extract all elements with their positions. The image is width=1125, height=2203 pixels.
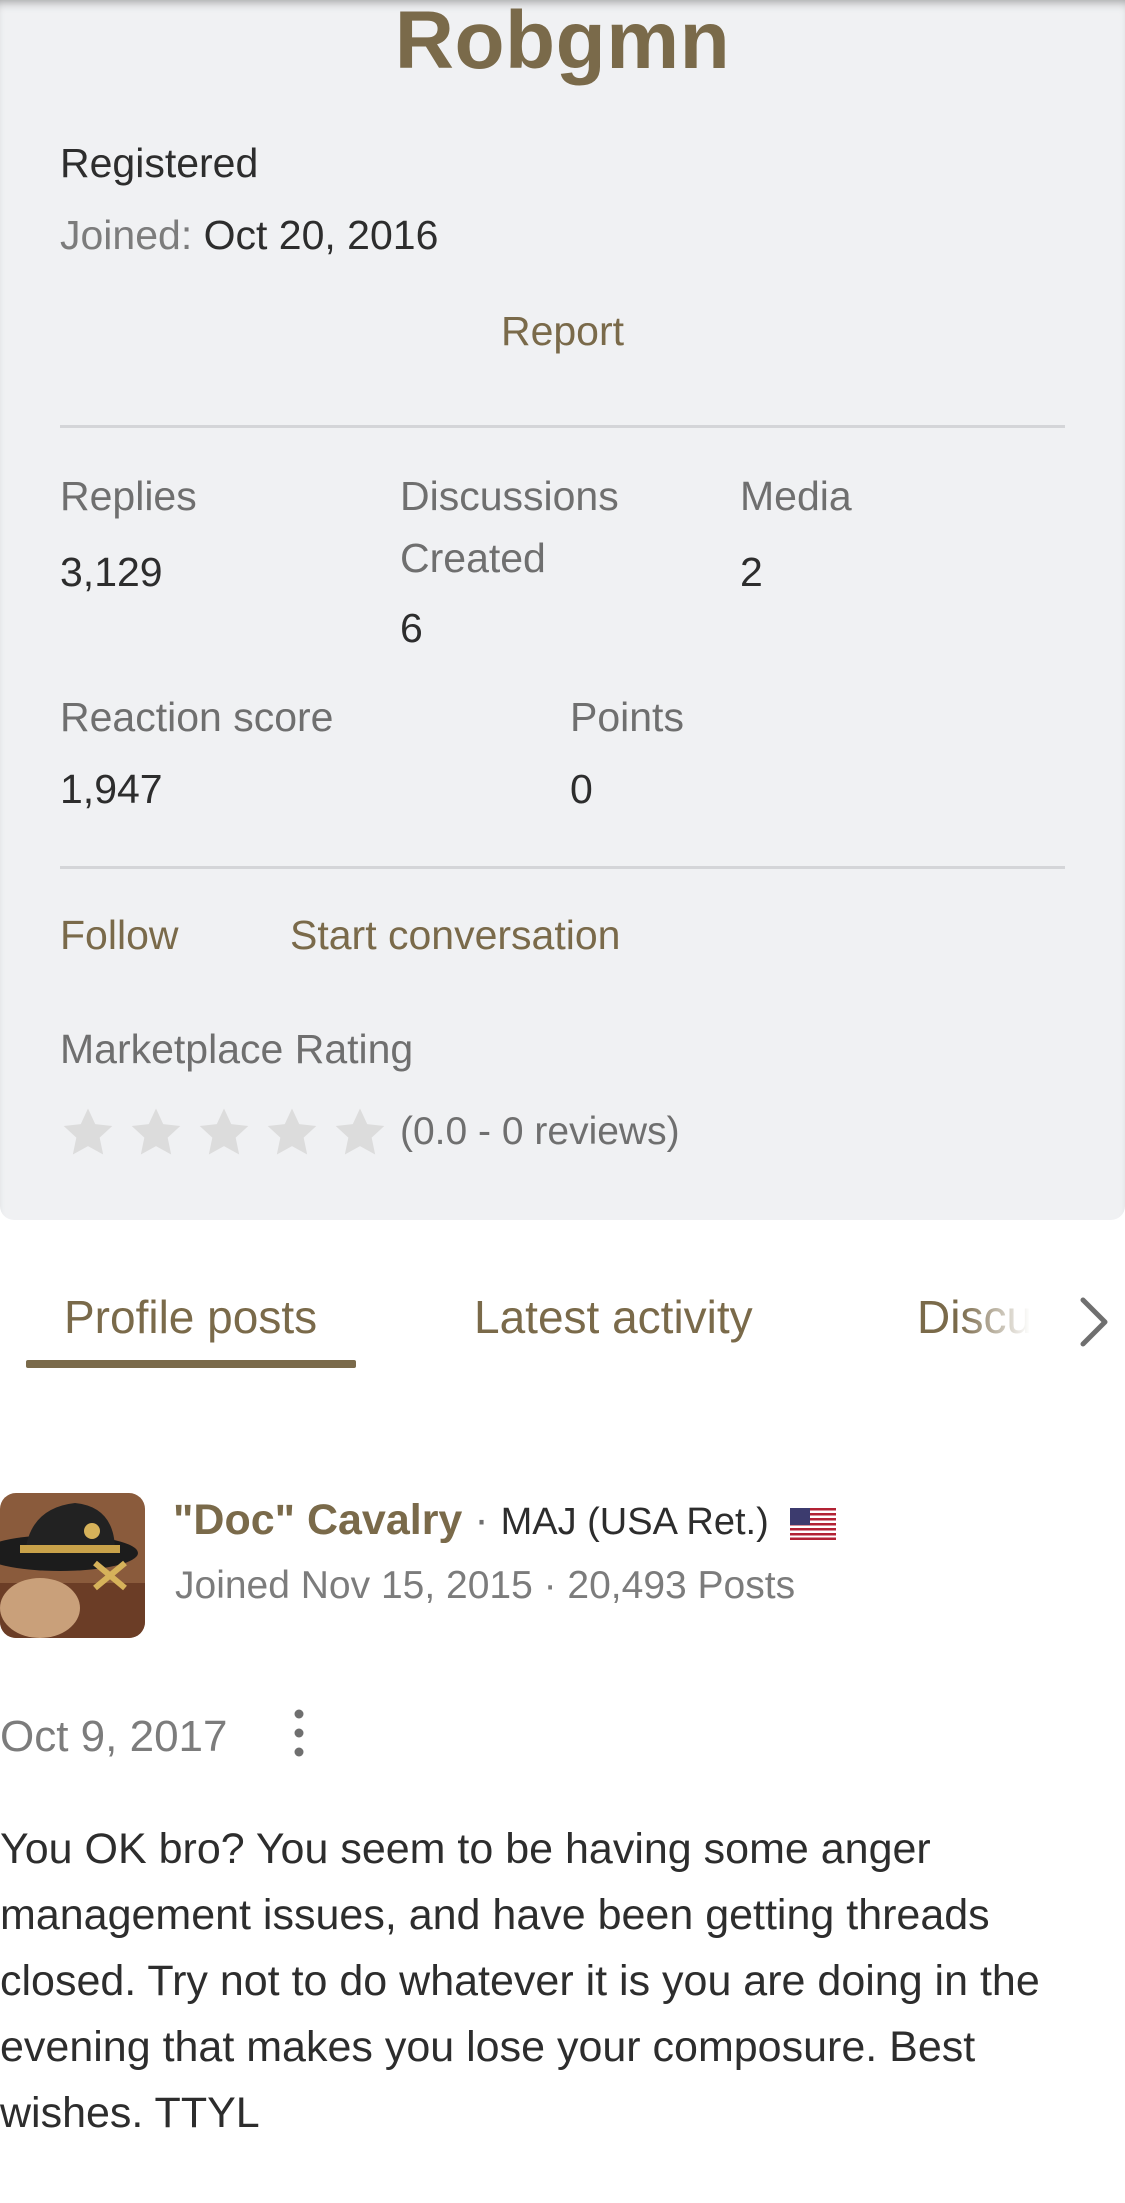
- avatar[interactable]: [0, 1493, 145, 1638]
- replies-value: 3,129: [60, 549, 163, 595]
- star-icon: [267, 1108, 317, 1155]
- points-value: 0: [570, 766, 593, 812]
- star-icon: [63, 1108, 113, 1155]
- divider: [60, 425, 1065, 428]
- active-tab-indicator: [26, 1360, 356, 1368]
- stat-media: Media 2: [740, 465, 852, 596]
- reaction-value: 1,947: [60, 766, 163, 812]
- points-label: Points: [570, 694, 684, 740]
- reaction-label: Reaction score: [60, 694, 334, 740]
- post-author-line: "Doc" Cavalry · MAJ (USA Ret.): [173, 1496, 769, 1545]
- us-flag-icon: [790, 1508, 836, 1540]
- post-date: Oct 9, 2017: [0, 1712, 228, 1761]
- more-vertical-icon[interactable]: [284, 1706, 314, 1760]
- joined-label: Joined:: [60, 212, 193, 258]
- profile-card: Robgmn Registered Joined: Oct 20, 2016 R…: [0, 0, 1125, 1220]
- replies-label: Replies: [60, 473, 197, 519]
- stat-discussions: Discussions Created 6: [400, 465, 619, 652]
- start-conversation-link[interactable]: Start conversation: [290, 912, 620, 959]
- stat-points: Points 0: [570, 686, 684, 813]
- discussions-label-2: Created: [400, 535, 546, 581]
- star-icon: [131, 1108, 181, 1155]
- media-value: 2: [740, 549, 763, 595]
- post-body: You OK bro? You seem to be having some a…: [0, 1825, 1040, 2137]
- divider: [60, 866, 1065, 869]
- tab-latest-activity[interactable]: Latest activity: [474, 1290, 753, 1344]
- media-label: Media: [740, 473, 852, 519]
- separator-dot: ·: [474, 1496, 489, 1544]
- joined-row: Joined: Oct 20, 2016: [60, 212, 438, 259]
- profile-username: Robgmn: [394, 0, 731, 86]
- chevron-right-icon[interactable]: [1073, 1292, 1113, 1352]
- rating-stars: [60, 1105, 388, 1161]
- tab-profile-posts[interactable]: Profile posts: [64, 1290, 317, 1344]
- stat-replies: Replies 3,129: [60, 465, 197, 596]
- report-link[interactable]: Report: [0, 308, 1125, 355]
- post-author-rank: MAJ (USA Ret.): [500, 1501, 769, 1543]
- star-icon: [199, 1108, 249, 1155]
- marketplace-rating-title: Marketplace Rating: [60, 1026, 414, 1072]
- rating-reviews-text: (0.0 - 0 reviews): [400, 1110, 680, 1153]
- user-status: Registered: [60, 140, 259, 186]
- post-author-meta: Joined Nov 15, 2015 · 20,493 Posts: [175, 1564, 796, 1607]
- follow-link[interactable]: Follow: [60, 912, 178, 959]
- post-author-name[interactable]: "Doc" Cavalry: [173, 1496, 462, 1544]
- star-icon: [335, 1108, 385, 1155]
- joined-date: Oct 20, 2016: [203, 212, 439, 258]
- tab-fade: [960, 1280, 1060, 1370]
- discussions-label-1: Discussions: [400, 473, 619, 519]
- avatar-image: [0, 1493, 145, 1638]
- discussions-value: 6: [400, 605, 423, 651]
- stat-reaction: Reaction score 1,947: [60, 686, 333, 813]
